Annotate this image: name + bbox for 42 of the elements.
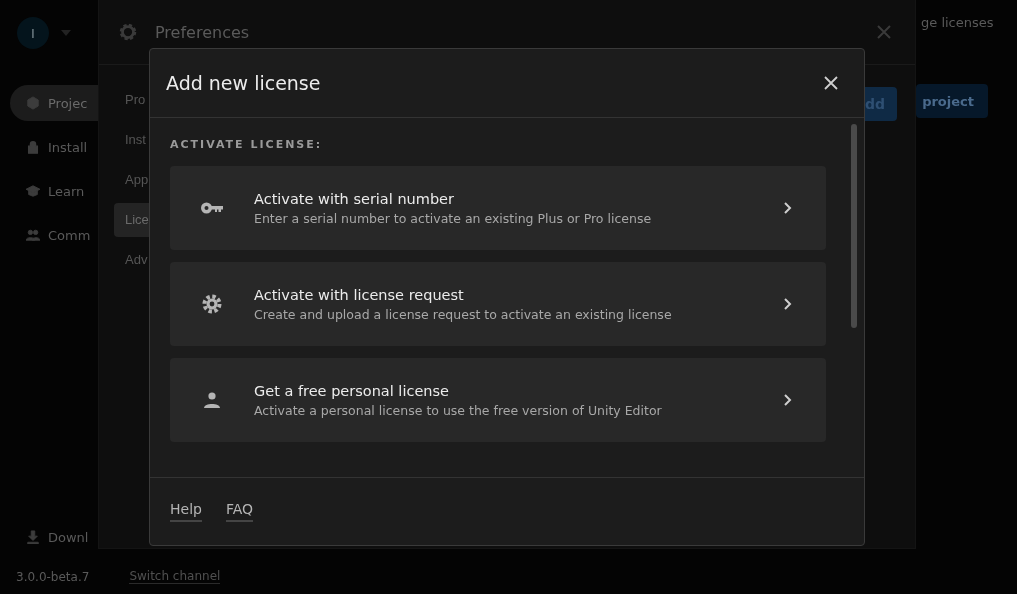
manage-licenses-link[interactable]: ge licenses: [921, 15, 994, 30]
key-icon: [201, 202, 223, 214]
download-icon: [26, 530, 40, 544]
option-description: Enter a serial number to activate an existing Plus or Pro license: [254, 210, 653, 226]
chevron-right-icon: [784, 394, 792, 406]
caret-icon[interactable]: [61, 30, 71, 36]
footer-link[interactable]: FAQ: [225, 501, 254, 522]
license-option-card[interactable]: Activate with license request Create and upload a license request to activate an existing license: [170, 262, 826, 346]
scrollbar[interactable]: [851, 124, 857, 328]
sidebar-item[interactable]: Learn: [10, 173, 98, 209]
option-title: Get a free personal license: [254, 382, 450, 399]
preferences-nav-item[interactable]: Pro: [114, 83, 150, 117]
person-icon: [204, 392, 220, 408]
option-description: Create and upload a license request to activate an existing license: [254, 306, 673, 322]
lock-icon: [26, 140, 40, 154]
people-icon: [26, 228, 40, 242]
option-description: Activate a personal license to use the free version of Unity Editor: [254, 402, 663, 418]
downloads-item[interactable]: Downl: [10, 519, 98, 555]
new-project-button[interactable]: project: [916, 84, 988, 118]
version-text: 3.0.0-beta.7: [16, 569, 90, 584]
sidebar-item[interactable]: Projec: [10, 85, 98, 121]
preferences-nav-item[interactable]: Inst: [114, 123, 150, 157]
preferences-nav-item[interactable]: Lice: [114, 203, 150, 237]
preferences-nav-item[interactable]: App: [114, 163, 150, 197]
graduation-cap-icon: [26, 184, 40, 198]
license-option-card[interactable]: Get a free personal license Activate a personal license to use the free version of Unity Editor: [170, 358, 826, 442]
option-title: Activate with serial number: [254, 190, 455, 207]
license-option-card[interactable]: Activate with serial number Enter a serial number to activate an existing Plus or Pro license: [170, 166, 826, 250]
chevron-right-icon: [784, 298, 792, 310]
footer-link[interactable]: Help: [170, 501, 202, 522]
window-title: Preferences: [155, 22, 251, 42]
preferences-nav-item[interactable]: Adv: [114, 243, 150, 277]
dialog-title: Add new license: [166, 72, 321, 94]
option-title: Activate with license request: [254, 286, 465, 303]
gear-icon: [202, 294, 222, 314]
settings-icon: [117, 21, 139, 43]
section-label: ACTIVATE LICENSE:: [170, 138, 324, 151]
sidebar-item[interactable]: Comm: [10, 217, 98, 253]
chevron-right-icon: [784, 202, 792, 214]
sidebar-item[interactable]: Install: [10, 129, 98, 165]
switch-channel-link[interactable]: Switch channel: [129, 569, 221, 584]
avatar[interactable]: I: [17, 17, 49, 49]
